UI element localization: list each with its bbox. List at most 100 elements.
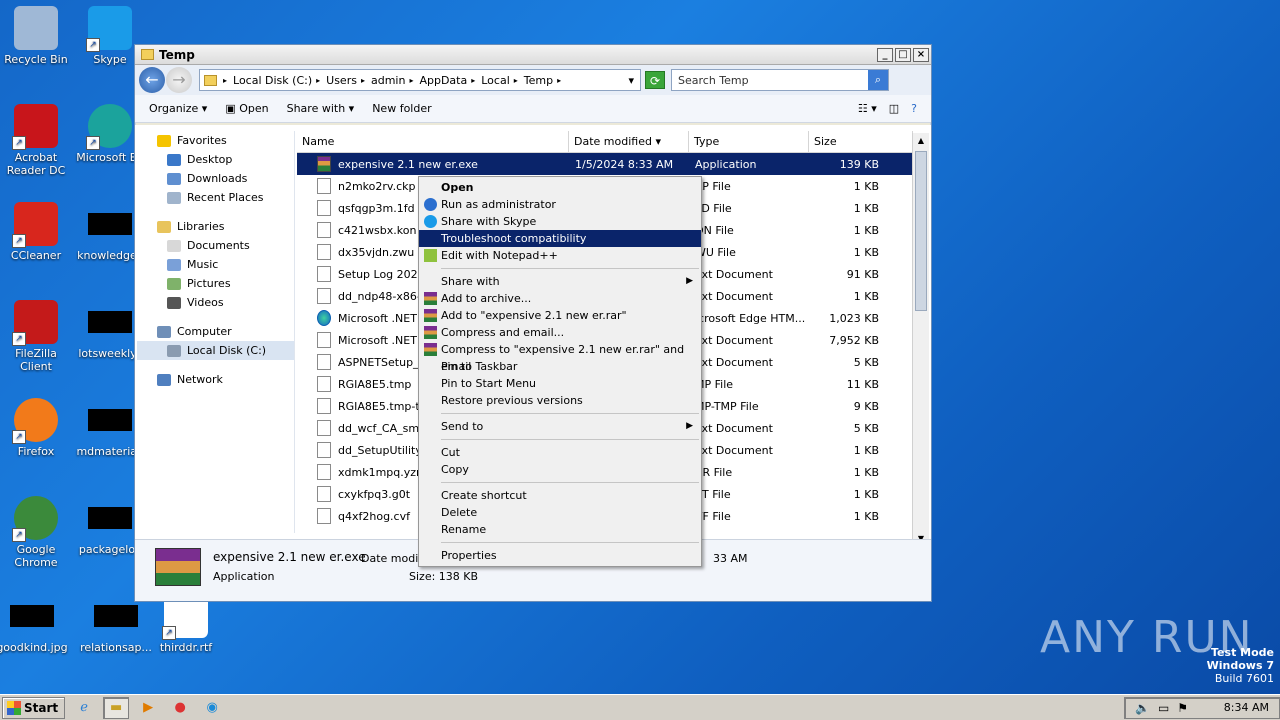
back-button[interactable]: ← (139, 67, 165, 93)
menu-item-pin-to-start-menu[interactable]: Pin to Start Menu (419, 375, 701, 392)
breadcrumb-item[interactable]: Users (326, 74, 357, 87)
column-type[interactable]: Type (689, 131, 809, 152)
desktop-icon-goodkind-jpg[interactable]: goodkind.jpg (0, 594, 70, 654)
menu-item-create-shortcut[interactable]: Create shortcut (419, 487, 701, 504)
shortcut-arrow-icon: ↗ (86, 136, 100, 150)
menu-item-compress-and-email[interactable]: Compress and email... (419, 324, 701, 341)
forward-button[interactable]: → (166, 67, 192, 93)
maximize-button[interactable]: □ (895, 47, 911, 62)
close-button[interactable]: × (913, 47, 929, 62)
menu-item-run-as-administrator[interactable]: Run as administrator (419, 196, 701, 213)
computer-icon (157, 325, 171, 338)
breadcrumb-item[interactable]: Local (481, 74, 510, 87)
file-row[interactable]: expensive 2.1 new er.exe 1/5/2024 8:33 AM… (297, 153, 913, 175)
desktop-icon-google-chrome[interactable]: ↗ Google Chrome (0, 496, 74, 569)
navigation-pane: Favorites Desktop Downloads Recent Place… (137, 131, 295, 533)
chrome-taskbar-icon[interactable]: ● (167, 697, 193, 719)
desktop-icon-acrobat-reader-dc[interactable]: ↗ Acrobat Reader DC (0, 104, 74, 177)
ie-icon[interactable]: ℯ (71, 697, 97, 719)
desktop-icon-relationsap-[interactable]: relationsap... (78, 594, 154, 654)
breadcrumb-separator-icon[interactable]: ▸ (514, 76, 518, 85)
breadcrumb-item[interactable]: AppData (419, 74, 467, 87)
organize-button[interactable]: Organize ▾ (149, 102, 207, 115)
menu-item-delete[interactable]: Delete (419, 504, 701, 521)
menu-item-pin-to-taskbar[interactable]: Pin to Taskbar (419, 358, 701, 375)
breadcrumb-item[interactable]: Temp (524, 74, 553, 87)
breadcrumb-separator-icon[interactable]: ▸ (409, 76, 413, 85)
menu-item-share-with-skype[interactable]: Share with Skype (419, 213, 701, 230)
menu-item-add-to-archive[interactable]: Add to archive... (419, 290, 701, 307)
edge-taskbar-icon[interactable]: ◉ (199, 697, 225, 719)
minimize-button[interactable]: _ (877, 47, 893, 62)
breadcrumb-separator-icon[interactable]: ▸ (361, 76, 365, 85)
file-size: 5 KB (853, 421, 879, 435)
nav-local-disk[interactable]: Local Disk (C:) (137, 341, 294, 360)
menu-item-restore-previous-versions[interactable]: Restore previous versions (419, 392, 701, 409)
open-button[interactable]: ▣ Open (225, 102, 268, 115)
media-player-icon[interactable]: ▶ (135, 697, 161, 719)
menu-item-compress-to-expensive-2-1-new-er-rar-and-email[interactable]: Compress to "expensive 2.1 new er.rar" a… (419, 341, 701, 373)
breadcrumb-separator-icon[interactable]: ▸ (223, 76, 227, 85)
menu-item-share-with[interactable]: Share with ▶ (419, 273, 701, 290)
menu-item-copy[interactable]: Copy (419, 461, 701, 478)
action-center-flag-icon[interactable]: ⚑ (1177, 701, 1188, 715)
breadcrumb-separator-icon[interactable]: ▸ (471, 76, 475, 85)
breadcrumb-item[interactable]: admin (371, 74, 405, 87)
desktop-icon-label: thirddr.rtf (159, 641, 213, 654)
breadcrumb-item[interactable]: Local Disk (C:) (233, 74, 312, 87)
help-icon[interactable]: ? (911, 102, 917, 115)
nav-desktop[interactable]: Desktop (137, 150, 294, 169)
desktop-icon-firefox[interactable]: ↗ Firefox (0, 398, 74, 458)
nav-documents[interactable]: Documents (137, 236, 294, 255)
column-size[interactable]: Size (809, 131, 913, 152)
network-tray-icon[interactable]: ▭ (1158, 701, 1169, 715)
search-input[interactable]: Search Temp (678, 74, 868, 87)
nav-music[interactable]: Music (137, 255, 294, 274)
menu-item-open[interactable]: Open (419, 179, 701, 196)
column-date-modified[interactable]: Date modified ▾ (569, 131, 689, 152)
preview-pane-icon[interactable]: ◫ (889, 102, 899, 115)
redacted-file-icon (10, 605, 54, 627)
nav-downloads[interactable]: Downloads (137, 169, 294, 188)
volume-icon[interactable]: 🔈 (1135, 701, 1150, 715)
column-name[interactable]: Name (297, 131, 569, 152)
vertical-scrollbar[interactable]: ▲ ▼ (912, 133, 929, 547)
desktop-icon-filezilla-client[interactable]: ↗ FileZilla Client (0, 300, 74, 373)
menu-item-rename[interactable]: Rename (419, 521, 701, 538)
nav-computer[interactable]: Computer (137, 322, 294, 341)
nav-videos[interactable]: Videos (137, 293, 294, 312)
file-size: 5 KB (853, 355, 879, 369)
search-icon[interactable]: ⌕ (868, 70, 888, 90)
menu-item-send-to[interactable]: Send to ▶ (419, 418, 701, 435)
menu-item-troubleshoot-compatibility[interactable]: Troubleshoot compatibility (419, 230, 701, 247)
file-icon (317, 464, 331, 480)
scroll-up-arrow[interactable]: ▲ (913, 133, 929, 149)
view-options-icon[interactable]: ☷ ▾ (858, 102, 877, 115)
desktop-icon-thirddr-rtf[interactable]: ↗ thirddr.rtf (148, 594, 224, 654)
nav-recent-places[interactable]: Recent Places (137, 188, 294, 207)
file-name: n2mko2rv.ckp (338, 179, 416, 193)
breadcrumb-separator-icon[interactable]: ▸ (316, 76, 320, 85)
file-name: RGIA8E5.tmp (338, 377, 412, 391)
title-bar[interactable]: Temp _ □ × (135, 45, 931, 65)
nav-network[interactable]: Network (137, 370, 294, 389)
nav-favorites[interactable]: Favorites (137, 131, 294, 150)
desktop-icon-recycle-bin[interactable]: Recycle Bin (0, 6, 74, 66)
address-bar[interactable]: ▸ Local Disk (C:) ▸ Users ▸ admin ▸ AppData ▸ Loc… (199, 69, 641, 91)
explorer-taskbar-icon[interactable]: ▬ (103, 696, 130, 719)
nav-libraries[interactable]: Libraries (137, 217, 294, 236)
search-box[interactable]: Search Temp ⌕ (671, 69, 889, 91)
new-folder-button[interactable]: New folder (372, 102, 431, 115)
menu-item-add-to-expensive-2-1-new-er-rar[interactable]: Add to "expensive 2.1 new er.rar" (419, 307, 701, 324)
clock[interactable]: 8:34 AM (1224, 701, 1269, 714)
refresh-button[interactable]: ⟳ (645, 71, 665, 89)
scroll-thumb[interactable] (915, 151, 927, 311)
menu-item-edit-with-notepad[interactable]: Edit with Notepad++ (419, 247, 701, 264)
address-dropdown-icon[interactable]: ▾ (628, 74, 634, 87)
start-button[interactable]: Start (2, 696, 66, 719)
nav-pictures[interactable]: Pictures (137, 274, 294, 293)
menu-item-properties[interactable]: Properties (419, 547, 701, 564)
share-with-button[interactable]: Share with ▾ (287, 102, 355, 115)
desktop-icon-ccleaner[interactable]: ↗ CCleaner (0, 202, 74, 262)
menu-item-cut[interactable]: Cut (419, 444, 701, 461)
